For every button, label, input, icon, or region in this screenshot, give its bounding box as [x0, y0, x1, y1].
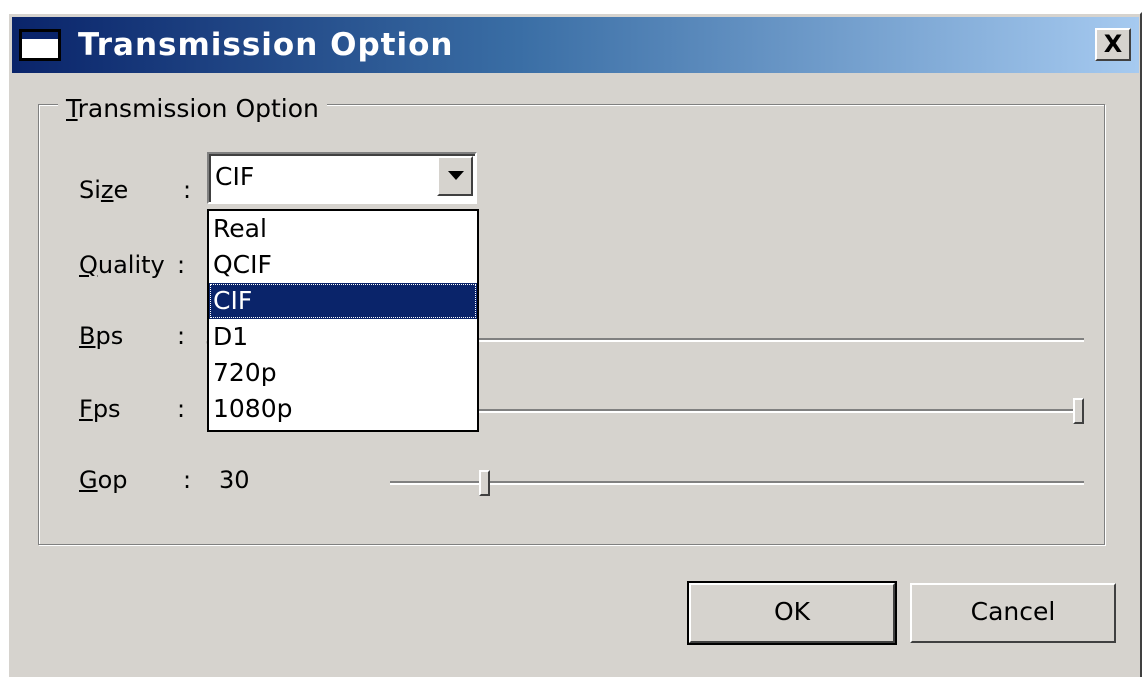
- fps-colon: :: [177, 395, 186, 423]
- fps-label: Fps: [79, 395, 121, 423]
- title-bar[interactable]: Transmission Option X: [12, 17, 1139, 73]
- size-label: Size: [79, 176, 129, 204]
- size-option-720p[interactable]: 720p: [209, 355, 477, 391]
- transmission-option-group: [38, 104, 1105, 545]
- quality-colon: :: [177, 251, 186, 279]
- cancel-button[interactable]: Cancel: [910, 583, 1116, 643]
- size-colon: :: [183, 176, 192, 204]
- gop-label: Gop: [79, 466, 128, 494]
- fps-slider-track[interactable]: [390, 409, 1084, 413]
- window-icon: [19, 29, 61, 61]
- size-option-cif[interactable]: CIF: [209, 283, 477, 319]
- bps-colon: :: [177, 322, 186, 350]
- gop-slider-thumb[interactable]: [478, 470, 490, 496]
- gop-colon: :: [183, 466, 192, 494]
- fps-slider-thumb[interactable]: [1073, 398, 1084, 424]
- group-label: Transmission Option: [58, 94, 327, 124]
- chevron-down-icon[interactable]: [437, 156, 473, 196]
- bps-slider-track[interactable]: [390, 338, 1084, 342]
- size-option-d1[interactable]: D1: [209, 319, 477, 355]
- size-combobox-value: CIF: [215, 162, 255, 191]
- size-option-qcif[interactable]: QCIF: [209, 247, 477, 283]
- size-option-1080p[interactable]: 1080p: [209, 391, 477, 427]
- close-button[interactable]: X: [1095, 28, 1131, 61]
- size-combobox[interactable]: CIF: [207, 152, 477, 204]
- gop-value: 30: [219, 466, 250, 494]
- size-dropdown-list: Real QCIF CIF D1 720p 1080p: [207, 209, 479, 432]
- quality-label: Quality: [79, 251, 165, 279]
- ok-button[interactable]: OK: [687, 581, 897, 645]
- size-option-real[interactable]: Real: [209, 211, 477, 247]
- gop-slider-track[interactable]: [390, 481, 1084, 485]
- bps-label: Bps: [79, 322, 124, 350]
- window-title: Transmission Option: [78, 27, 454, 63]
